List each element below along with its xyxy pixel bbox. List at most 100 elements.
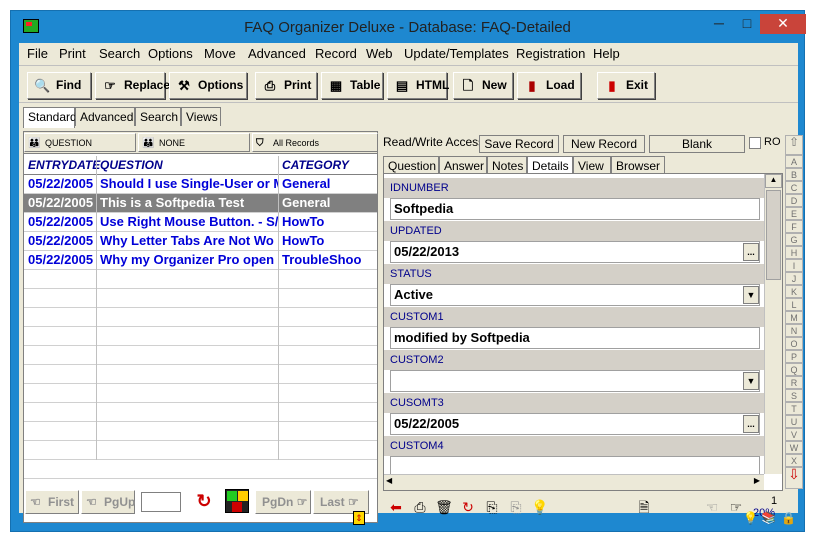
details-vertical-scrollbar[interactable]: ▲: [764, 174, 782, 474]
new-record-button[interactable]: New Record: [563, 135, 645, 153]
scroll-thumb[interactable]: [766, 190, 781, 280]
alpha-tab-i[interactable]: I: [785, 259, 803, 272]
alpha-tab-e[interactable]: E: [785, 207, 803, 220]
menu-help[interactable]: Help: [593, 46, 620, 61]
abc-blocks-icon[interactable]: [225, 489, 249, 513]
menu-registration[interactable]: Registration: [516, 46, 585, 61]
scroll-left-arrow-icon[interactable]: ◀: [386, 476, 392, 485]
table-row[interactable]: 05/22/2005 Why Letter Tabs Are Not Wo Ho…: [24, 232, 377, 251]
dropdown-arrow-icon[interactable]: ▼: [743, 372, 759, 390]
alpha-tab-g[interactable]: G: [785, 233, 803, 246]
menu-web[interactable]: Web: [366, 46, 393, 61]
pgdn-button[interactable]: PgDn ☞: [255, 490, 311, 514]
sort-first-button[interactable]: 👪 QUESTION: [24, 133, 136, 152]
splitter-arrows-icon[interactable]: ⇕: [353, 511, 365, 525]
tab-search[interactable]: Search: [135, 107, 181, 126]
alpha-tab-r[interactable]: R: [785, 376, 803, 389]
lightbulb-icon[interactable]: 💡: [529, 496, 551, 518]
alpha-tab-j[interactable]: J: [785, 272, 803, 285]
trash-icon[interactable]: 🗑: [433, 496, 455, 518]
menu-options[interactable]: Options: [148, 46, 193, 61]
alpha-tab-k[interactable]: K: [785, 285, 803, 298]
column-entrydate[interactable]: ENTRYDATE: [28, 158, 100, 172]
table-row-selected[interactable]: 05/22/2005 This is a Softpedia Test Gene…: [24, 194, 377, 213]
alpha-tab-u[interactable]: U: [785, 415, 803, 428]
alpha-up-arrow-icon[interactable]: ⇧: [785, 135, 803, 155]
ellipsis-button[interactable]: ...: [743, 415, 759, 433]
document-icon[interactable]: 🗎: [633, 496, 655, 518]
alpha-tab-b[interactable]: B: [785, 168, 803, 181]
scroll-up-arrow-icon[interactable]: ▲: [765, 174, 782, 188]
menu-advanced[interactable]: Advanced: [248, 46, 306, 61]
lock-icon[interactable]: 🔒: [781, 511, 796, 525]
alpha-tab-a[interactable]: A: [785, 155, 803, 168]
alpha-tab-h[interactable]: H: [785, 246, 803, 259]
hand-left-icon[interactable]: ☜: [701, 496, 723, 518]
refresh-icon[interactable]: ↻: [193, 491, 215, 513]
save-record-button[interactable]: Save Record: [479, 135, 559, 153]
scroll-right-arrow-icon[interactable]: ▶: [754, 476, 760, 485]
alpha-tab-w[interactable]: W: [785, 441, 803, 454]
minimize-button[interactable]: ─: [705, 14, 733, 34]
exit-button[interactable]: ▮ Exit: [597, 72, 655, 99]
alpha-tab-d[interactable]: D: [785, 194, 803, 207]
tab-views[interactable]: Views: [181, 107, 221, 126]
details-horizontal-scrollbar[interactable]: ◀ ▶: [384, 474, 764, 490]
alpha-down-arrow-icon[interactable]: ⇩: [785, 467, 803, 489]
refresh-icon[interactable]: ↻: [457, 496, 479, 518]
ro-checkbox[interactable]: [749, 137, 761, 149]
menu-file[interactable]: File: [27, 46, 48, 61]
custom3-field[interactable]: 05/22/2005...: [390, 413, 760, 435]
menu-print[interactable]: Print: [59, 46, 86, 61]
alpha-tab-o[interactable]: O: [785, 337, 803, 350]
blank-button[interactable]: Blank: [649, 135, 745, 153]
custom2-dropdown[interactable]: ▼: [390, 370, 760, 392]
menu-record[interactable]: Record: [315, 46, 357, 61]
alpha-tab-n[interactable]: N: [785, 324, 803, 337]
ellipsis-button[interactable]: ...: [743, 243, 759, 261]
alpha-tab-m[interactable]: M: [785, 311, 803, 324]
first-button[interactable]: ☜ First: [25, 490, 79, 514]
load-button[interactable]: ▮ Load: [517, 72, 581, 99]
options-button[interactable]: ⚒ Options: [169, 72, 247, 99]
paste-record-icon[interactable]: ⎘: [505, 496, 527, 518]
alpha-tab-v[interactable]: V: [785, 428, 803, 441]
alpha-tab-s[interactable]: S: [785, 389, 803, 402]
table-row[interactable]: 05/22/2005 Why my Organizer Pro open Tro…: [24, 251, 377, 270]
find-button[interactable]: 🔍 Find: [27, 72, 91, 99]
custom1-field[interactable]: modified by Softpedia: [390, 327, 760, 349]
sort-second-button[interactable]: 👪 NONE: [138, 133, 250, 152]
books-icon[interactable]: 📚: [761, 511, 776, 525]
alpha-tab-q[interactable]: Q: [785, 363, 803, 376]
menu-move[interactable]: Move: [204, 46, 236, 61]
status-dropdown[interactable]: Active ▼: [390, 284, 760, 306]
tab-advanced[interactable]: Advanced: [75, 107, 135, 126]
dropdown-arrow-icon[interactable]: ▼: [743, 286, 759, 304]
alpha-tab-p[interactable]: P: [785, 350, 803, 363]
alpha-tab-t[interactable]: T: [785, 402, 803, 415]
table-row[interactable]: 05/22/2005 Use Right Mouse Button. - S/ …: [24, 213, 377, 232]
menu-search[interactable]: Search: [99, 46, 140, 61]
print-button[interactable]: ⎙ Print: [255, 72, 317, 99]
maximize-button[interactable]: □: [733, 14, 761, 34]
alpha-tab-l[interactable]: L: [785, 298, 803, 311]
filter-button[interactable]: ⛉ All Records: [252, 133, 378, 152]
idnumber-field[interactable]: Softpedia: [390, 198, 760, 220]
column-category[interactable]: CATEGORY: [282, 158, 349, 172]
alpha-tab-c[interactable]: C: [785, 181, 803, 194]
alpha-tab-f[interactable]: F: [785, 220, 803, 233]
table-button[interactable]: ▦ Table: [321, 72, 383, 99]
new-button[interactable]: 🗋 New: [453, 72, 513, 99]
html-button[interactable]: ▤ HTML: [387, 72, 449, 99]
replace-button[interactable]: ☞ Replace: [95, 72, 170, 99]
record-number-input[interactable]: [141, 492, 181, 512]
column-question[interactable]: QUESTION: [100, 158, 163, 172]
printer-icon[interactable]: ⎙: [409, 496, 431, 518]
table-row[interactable]: 05/22/2005 Should I use Single-User or M…: [24, 175, 377, 194]
copy-record-icon[interactable]: ⎘: [481, 496, 503, 518]
back-arrow-icon[interactable]: ⬅: [385, 496, 407, 518]
tab-standard[interactable]: Standard: [23, 107, 77, 128]
close-button[interactable]: ✕: [760, 14, 806, 34]
updated-field[interactable]: 05/22/2013...: [390, 241, 760, 263]
menu-update-templates[interactable]: Update/Templates: [404, 46, 509, 61]
